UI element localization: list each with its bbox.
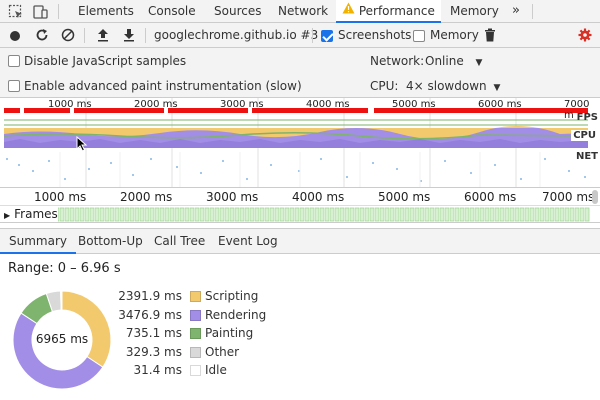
timeline-ruler: 1000 ms 2000 ms 3000 ms 4000 ms 5000 ms … <box>0 188 600 206</box>
load-profile-icon[interactable] <box>97 28 109 45</box>
overview-ruler-label: 3000 ms <box>220 99 264 110</box>
more-tabs-button[interactable]: » <box>512 0 520 23</box>
network-throttle-value: Online <box>425 54 464 68</box>
devtools-tab-bar: Elements Console Sources Network Perform… <box>0 0 600 23</box>
advanced-paint-label: Enable advanced paint instrumentation (s… <box>24 79 302 93</box>
legend-value: 329.3 ms <box>125 344 182 359</box>
summary-legend-row: 735.1 ms Painting <box>100 326 300 344</box>
divider <box>145 28 146 43</box>
screenshots-label: Screenshots <box>338 28 412 42</box>
legend-swatch <box>190 328 201 339</box>
reload-record-icon[interactable] <box>35 28 49 45</box>
overview-graph <box>3 98 589 187</box>
details-tab-bar: Summary Bottom-Up Call Tree Event Log <box>0 228 600 254</box>
tab-performance[interactable]: Performance <box>336 0 441 23</box>
legend-label: Rendering <box>205 307 267 322</box>
legend-label: Scripting <box>205 289 259 303</box>
screenshots-checkbox[interactable] <box>321 30 333 42</box>
tab-bottom-up[interactable]: Bottom-Up <box>78 229 143 254</box>
tab-sources[interactable]: Sources <box>214 0 261 23</box>
timeline-ruler-label: 1000 ms <box>34 190 87 204</box>
device-toolbar-icon[interactable] <box>32 4 48 23</box>
legend-swatch <box>190 291 201 302</box>
overview-ruler-label: 1000 ms <box>48 99 92 110</box>
legend-label: Other <box>205 344 240 359</box>
mouse-cursor-icon <box>76 135 88 155</box>
legend-value: 735.1 ms <box>125 326 182 340</box>
frames-graph <box>58 206 590 222</box>
cpu-throttle-select[interactable]: 4× slowdown ▼ <box>406 79 500 93</box>
legend-value: 31.4 ms <box>133 363 182 377</box>
tab-event-log[interactable]: Event Log <box>218 229 278 254</box>
vertical-scrollbar[interactable] <box>592 190 598 204</box>
timeline-ruler-label: 3000 ms <box>206 190 259 204</box>
tab-elements[interactable]: Elements <box>78 0 134 23</box>
summary-legend-row: 3476.9 ms Rendering <box>100 308 300 326</box>
warning-icon <box>342 0 355 21</box>
record-icon[interactable] <box>9 30 21 45</box>
dropdown-arrow-icon: ▼ <box>475 58 483 68</box>
divider <box>84 28 85 43</box>
inspect-element-icon[interactable] <box>8 4 24 23</box>
legend-swatch <box>190 309 201 321</box>
cpu-lane-label: CPU <box>571 130 598 141</box>
recording-select-value: googlechrome.github.io #3 <box>154 28 319 42</box>
cpu-throttle-label: CPU: <box>370 79 399 93</box>
cpu-throttle-value: 4× slowdown <box>406 79 487 93</box>
frames-label: Frames <box>14 207 58 221</box>
frames-track[interactable]: ▶ Frames <box>0 206 600 223</box>
legend-label: Painting <box>205 326 254 340</box>
overview-ruler-label: 6000 ms <box>478 99 522 110</box>
capture-settings-pane: Disable JavaScript samples Enable advanc… <box>0 48 600 98</box>
capture-settings-gear-icon[interactable] <box>578 28 592 45</box>
timeline-overview[interactable]: 1000 ms 2000 ms 3000 ms 4000 ms 5000 ms … <box>0 98 600 188</box>
memory-checkbox[interactable] <box>413 30 425 42</box>
expand-triangle-icon: ▶ <box>4 211 11 220</box>
tab-summary[interactable]: Summary <box>0 229 76 254</box>
divider <box>58 4 59 19</box>
memory-label: Memory <box>430 28 479 42</box>
advanced-paint-checkbox[interactable] <box>8 80 20 92</box>
tab-call-tree[interactable]: Call Tree <box>154 229 205 254</box>
legend-value: 2391.9 ms <box>118 289 182 303</box>
tab-memory[interactable]: Memory <box>450 0 499 23</box>
pie-slice-idle <box>60 290 63 311</box>
disable-js-samples-checkbox[interactable] <box>8 55 20 67</box>
divider <box>532 4 533 19</box>
divider <box>312 28 313 43</box>
summary-legend-row: 2391.9 ms Scripting <box>100 289 300 307</box>
disable-js-samples-label: Disable JavaScript samples <box>24 54 187 68</box>
timeline-ruler-label: 5000 ms <box>378 190 431 204</box>
network-throttle-select[interactable]: Online ▼ <box>425 54 482 68</box>
legend-value: 3476.9 ms <box>118 307 182 322</box>
overview-ruler-label: 5000 ms <box>392 99 436 110</box>
overview-ruler-label: 4000 ms <box>306 99 350 110</box>
performance-toolbar: googlechrome.github.io #3 ▼ Screenshots … <box>0 23 600 48</box>
range-label: Range: 0 – 6.96 s <box>8 261 121 276</box>
dropdown-arrow-icon: ▼ <box>493 83 501 93</box>
legend-swatch <box>190 365 201 376</box>
tab-network[interactable]: Network <box>278 0 328 23</box>
overview-ruler-label: 2000 ms <box>134 99 178 110</box>
summary-legend-row: 329.3 ms Other <box>100 345 300 363</box>
fps-lane-label: FPS <box>576 112 598 123</box>
timeline-ruler-label: 6000 ms <box>464 190 517 204</box>
save-profile-icon[interactable] <box>123 28 135 45</box>
network-throttle-label: Network: <box>370 54 425 68</box>
net-lane-label: NET <box>575 151 598 162</box>
tab-performance-label: Performance <box>358 4 435 18</box>
clear-icon[interactable] <box>61 28 75 45</box>
timeline-ruler-label: 2000 ms <box>120 190 173 204</box>
summary-legend-row: 31.4 ms Idle <box>100 363 300 381</box>
tab-console[interactable]: Console <box>148 0 196 23</box>
legend-swatch <box>190 346 201 358</box>
frames-track-header[interactable]: ▶ Frames <box>4 207 58 221</box>
legend-label: Idle <box>205 363 227 377</box>
timeline-ruler-label: 4000 ms <box>292 190 345 204</box>
timeline-ruler-label: 7000 ms <box>542 190 595 204</box>
summary-panel: Range: 0 – 6.96 s 6965 ms 2391.9 ms Scrip… <box>0 254 600 400</box>
recording-select[interactable]: googlechrome.github.io #3 ▼ <box>154 23 332 48</box>
garbage-collect-icon[interactable] <box>484 28 496 45</box>
